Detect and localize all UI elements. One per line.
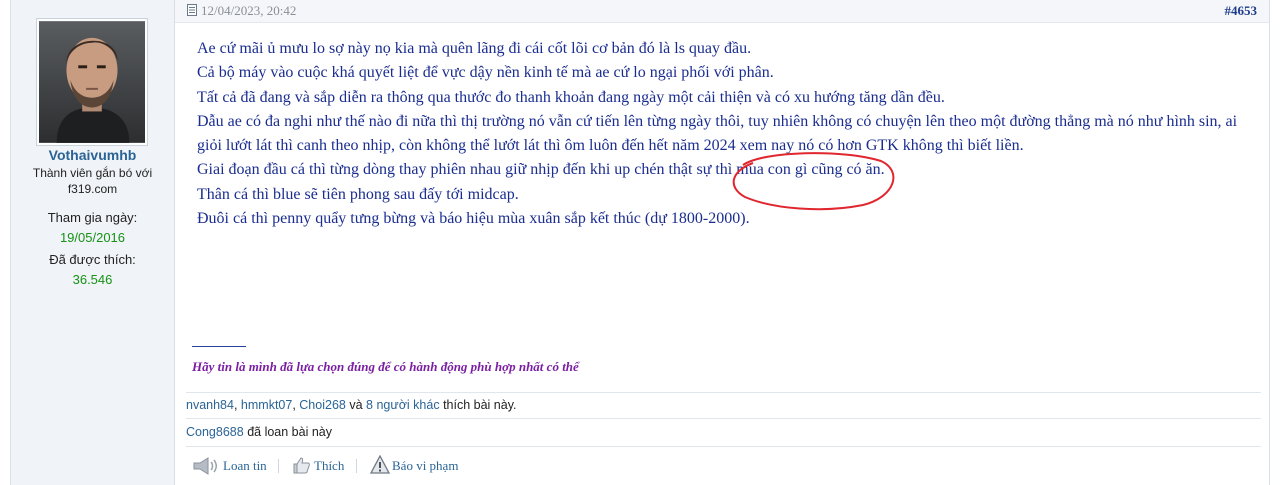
like-user-link[interactable]: Choi268	[299, 398, 346, 412]
post-container: Vothaivumhb Thành viên gắn bó với f319.c…	[10, 0, 1270, 485]
username[interactable]: Vothaivumhb	[11, 147, 174, 163]
post-main: 12/04/2023, 20:42 #4653 Ae cứ mãi ủ mưu …	[175, 0, 1269, 485]
join-date-label: Tham gia ngày:	[47, 210, 138, 225]
shares-summary: Cong8688 đã loan bài này	[186, 418, 1261, 447]
post-line: Dẫu ae có đa nghi như thế nào đi nữa thì…	[197, 112, 1238, 155]
likes-and-text: và	[349, 398, 363, 412]
share-user-link[interactable]: Cong8688	[186, 425, 244, 439]
post-date: 12/04/2023, 20:42	[201, 3, 297, 18]
signature-divider	[192, 346, 246, 347]
megaphone-icon	[193, 457, 217, 475]
thumbs-up-icon	[293, 457, 310, 474]
like-button[interactable]: Thích	[314, 458, 344, 474]
post-line: Ae cứ mãi ủ mưu lo sợ này nọ kia mà quên…	[197, 40, 752, 57]
likes-others-link[interactable]: 8 người khác	[366, 398, 440, 412]
document-icon	[187, 4, 197, 16]
post-line: Thân cá thì blue sẽ tiên phong sau đấy t…	[197, 185, 519, 203]
likes-received-value: 36.546	[72, 272, 113, 287]
action-separator	[356, 459, 357, 473]
join-date-value: 19/05/2016	[59, 230, 126, 245]
post-header: 12/04/2023, 20:42 #4653	[175, 0, 1269, 23]
post-body: Ae cứ mãi ủ mưu lo sợ này nọ kia mà quên…	[197, 37, 1262, 231]
user-title: Thành viên gắn bó với f319.com	[32, 166, 153, 196]
action-separator	[278, 459, 279, 473]
like-user-link[interactable]: hmmkt07	[241, 398, 292, 412]
avatar[interactable]	[36, 18, 148, 146]
likes-suffix: thích bài này.	[443, 398, 517, 412]
share-button[interactable]: Loan tin	[223, 458, 267, 474]
likes-received-label: Đã được thích:	[49, 252, 136, 267]
signature: Hãy tin là mình đã lựa chọn đúng để có h…	[192, 359, 579, 374]
post-actions: Loan tin Thích Báo vi phạm	[186, 446, 1261, 485]
shares-suffix: đã loan bài này	[247, 425, 332, 439]
like-user-link[interactable]: nvanh84	[186, 398, 234, 412]
post-line: Cả bộ máy vào cuộc khá quyết liệt để vực…	[197, 64, 774, 82]
likes-summary: nvanh84, hmmkt07, Choi268 và 8 người khá…	[186, 392, 1261, 419]
post-number-link[interactable]: #4653	[1225, 3, 1258, 19]
warning-icon	[370, 455, 390, 474]
user-sidebar: Vothaivumhb Thành viên gắn bó với f319.c…	[11, 0, 175, 485]
report-button[interactable]: Báo vi phạm	[392, 458, 458, 474]
post-line: Đuôi cá thì penny quẩy tưng bừng và báo …	[197, 210, 750, 228]
post-line: Giai đoạn đầu cá thì từng dòng thay phiê…	[197, 161, 885, 179]
avatar-image	[39, 21, 145, 143]
post-line: Tất cả đã đang và sắp diễn ra thông qua …	[197, 88, 945, 106]
